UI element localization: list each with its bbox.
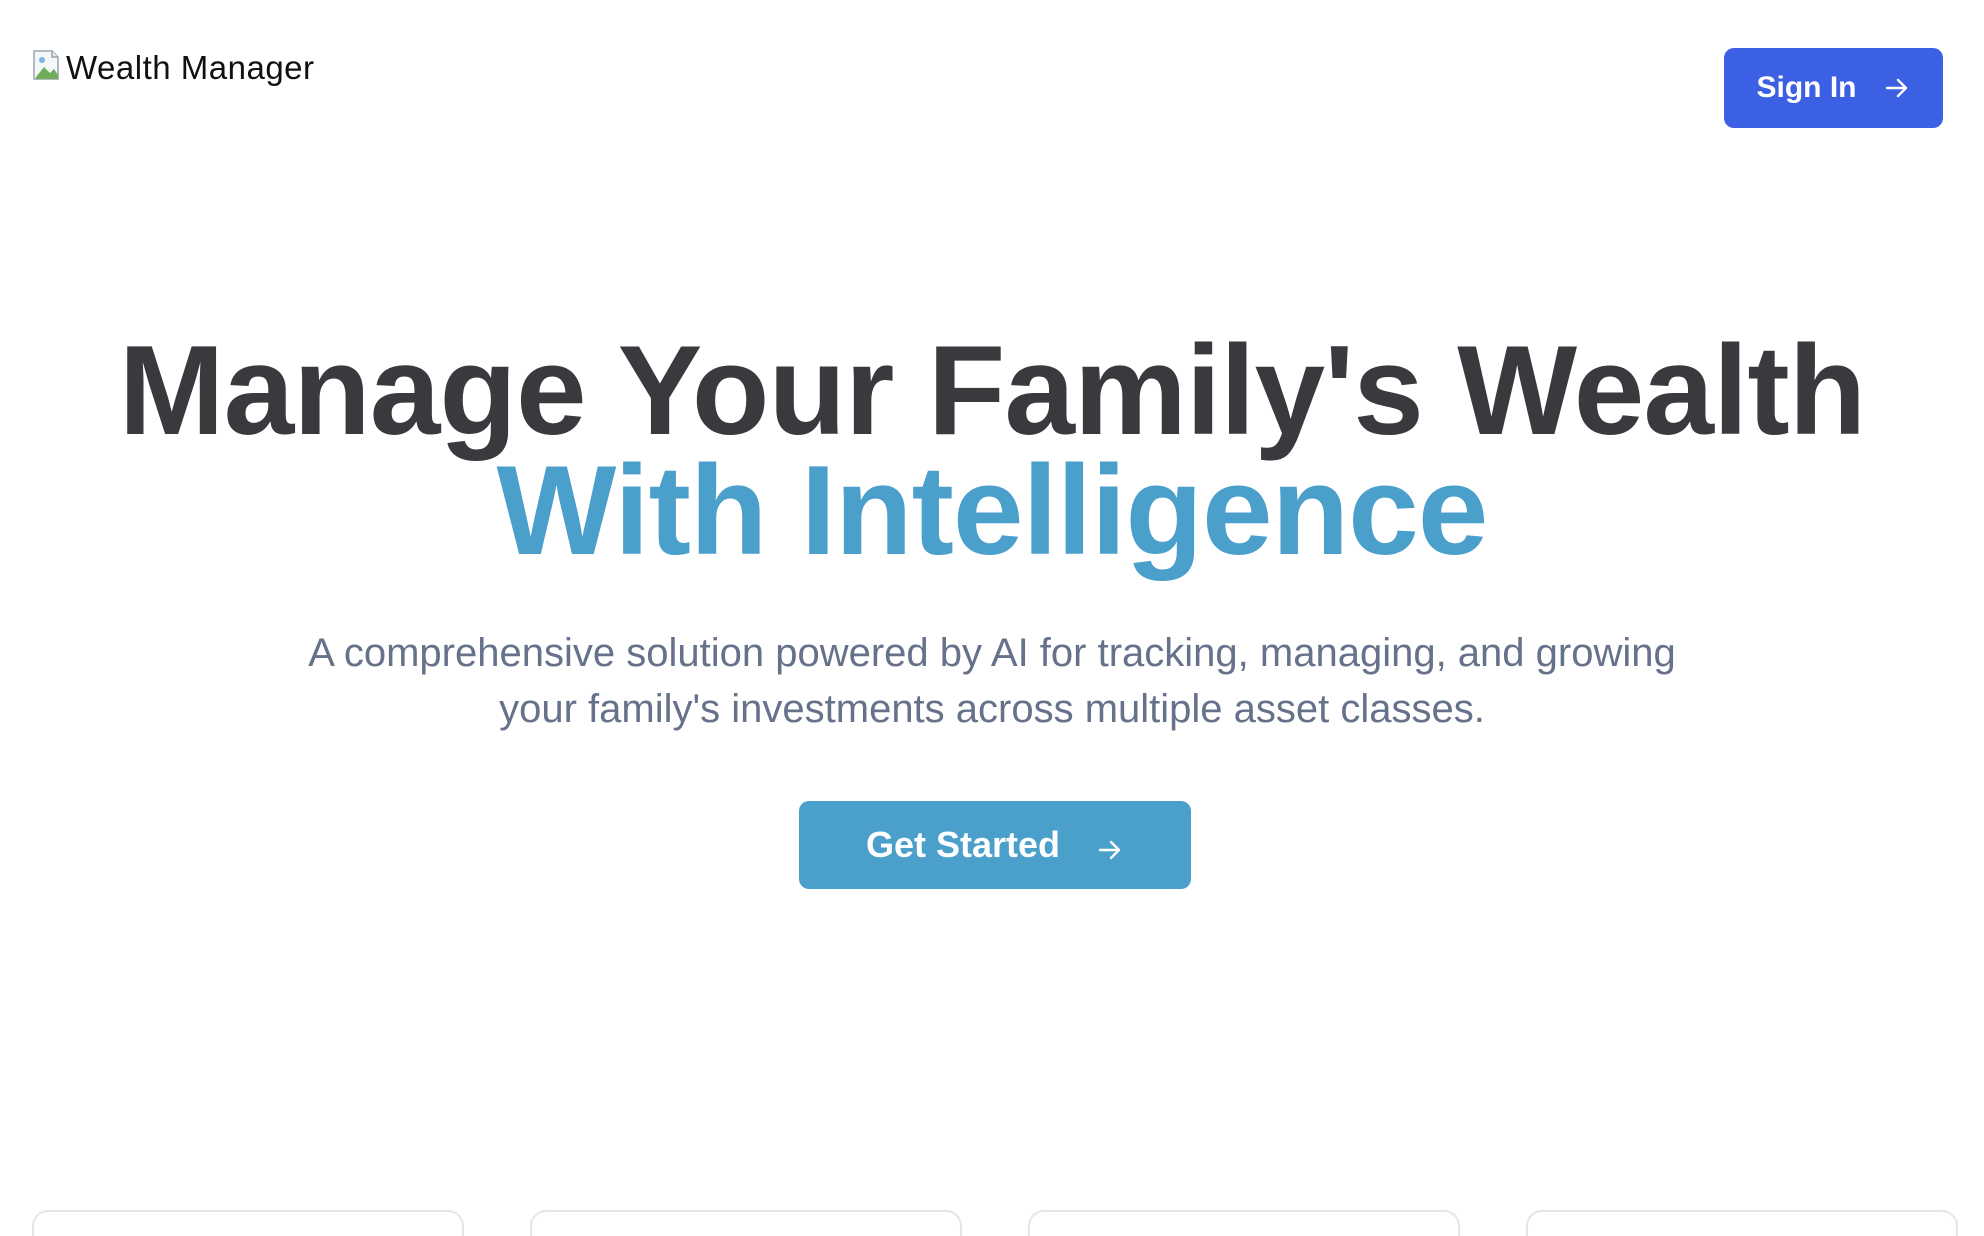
feature-card xyxy=(530,1210,962,1236)
feature-card xyxy=(1028,1210,1460,1236)
broken-image-icon xyxy=(32,49,64,81)
hero-subtitle: A comprehensive solution powered by AI f… xyxy=(308,631,1676,731)
logo[interactable]: Wealth Manager xyxy=(32,48,315,88)
hero-title-line1: Manage Your Family's Wealth xyxy=(118,319,1866,461)
get-started-label: Get Started xyxy=(865,824,1061,865)
hero-title-line2: With Intelligence xyxy=(496,439,1489,581)
sign-in-button[interactable]: Sign In xyxy=(1724,48,1943,128)
feature-card xyxy=(32,1210,464,1236)
landing-page: Wealth Manager Sign In Manage Your Famil… xyxy=(0,0,1984,1236)
arrow-right-icon xyxy=(1096,831,1124,860)
get-started-button[interactable]: Get Started xyxy=(799,801,1191,889)
feature-cards xyxy=(32,1210,1958,1236)
sign-in-label: Sign In xyxy=(1756,71,1857,104)
feature-card xyxy=(1526,1210,1958,1236)
logo-alt-text: Wealth Manager xyxy=(66,49,315,86)
arrow-right-icon xyxy=(1883,74,1911,102)
hero-title: Manage Your Family's Wealth With Intelli… xyxy=(0,319,1984,581)
